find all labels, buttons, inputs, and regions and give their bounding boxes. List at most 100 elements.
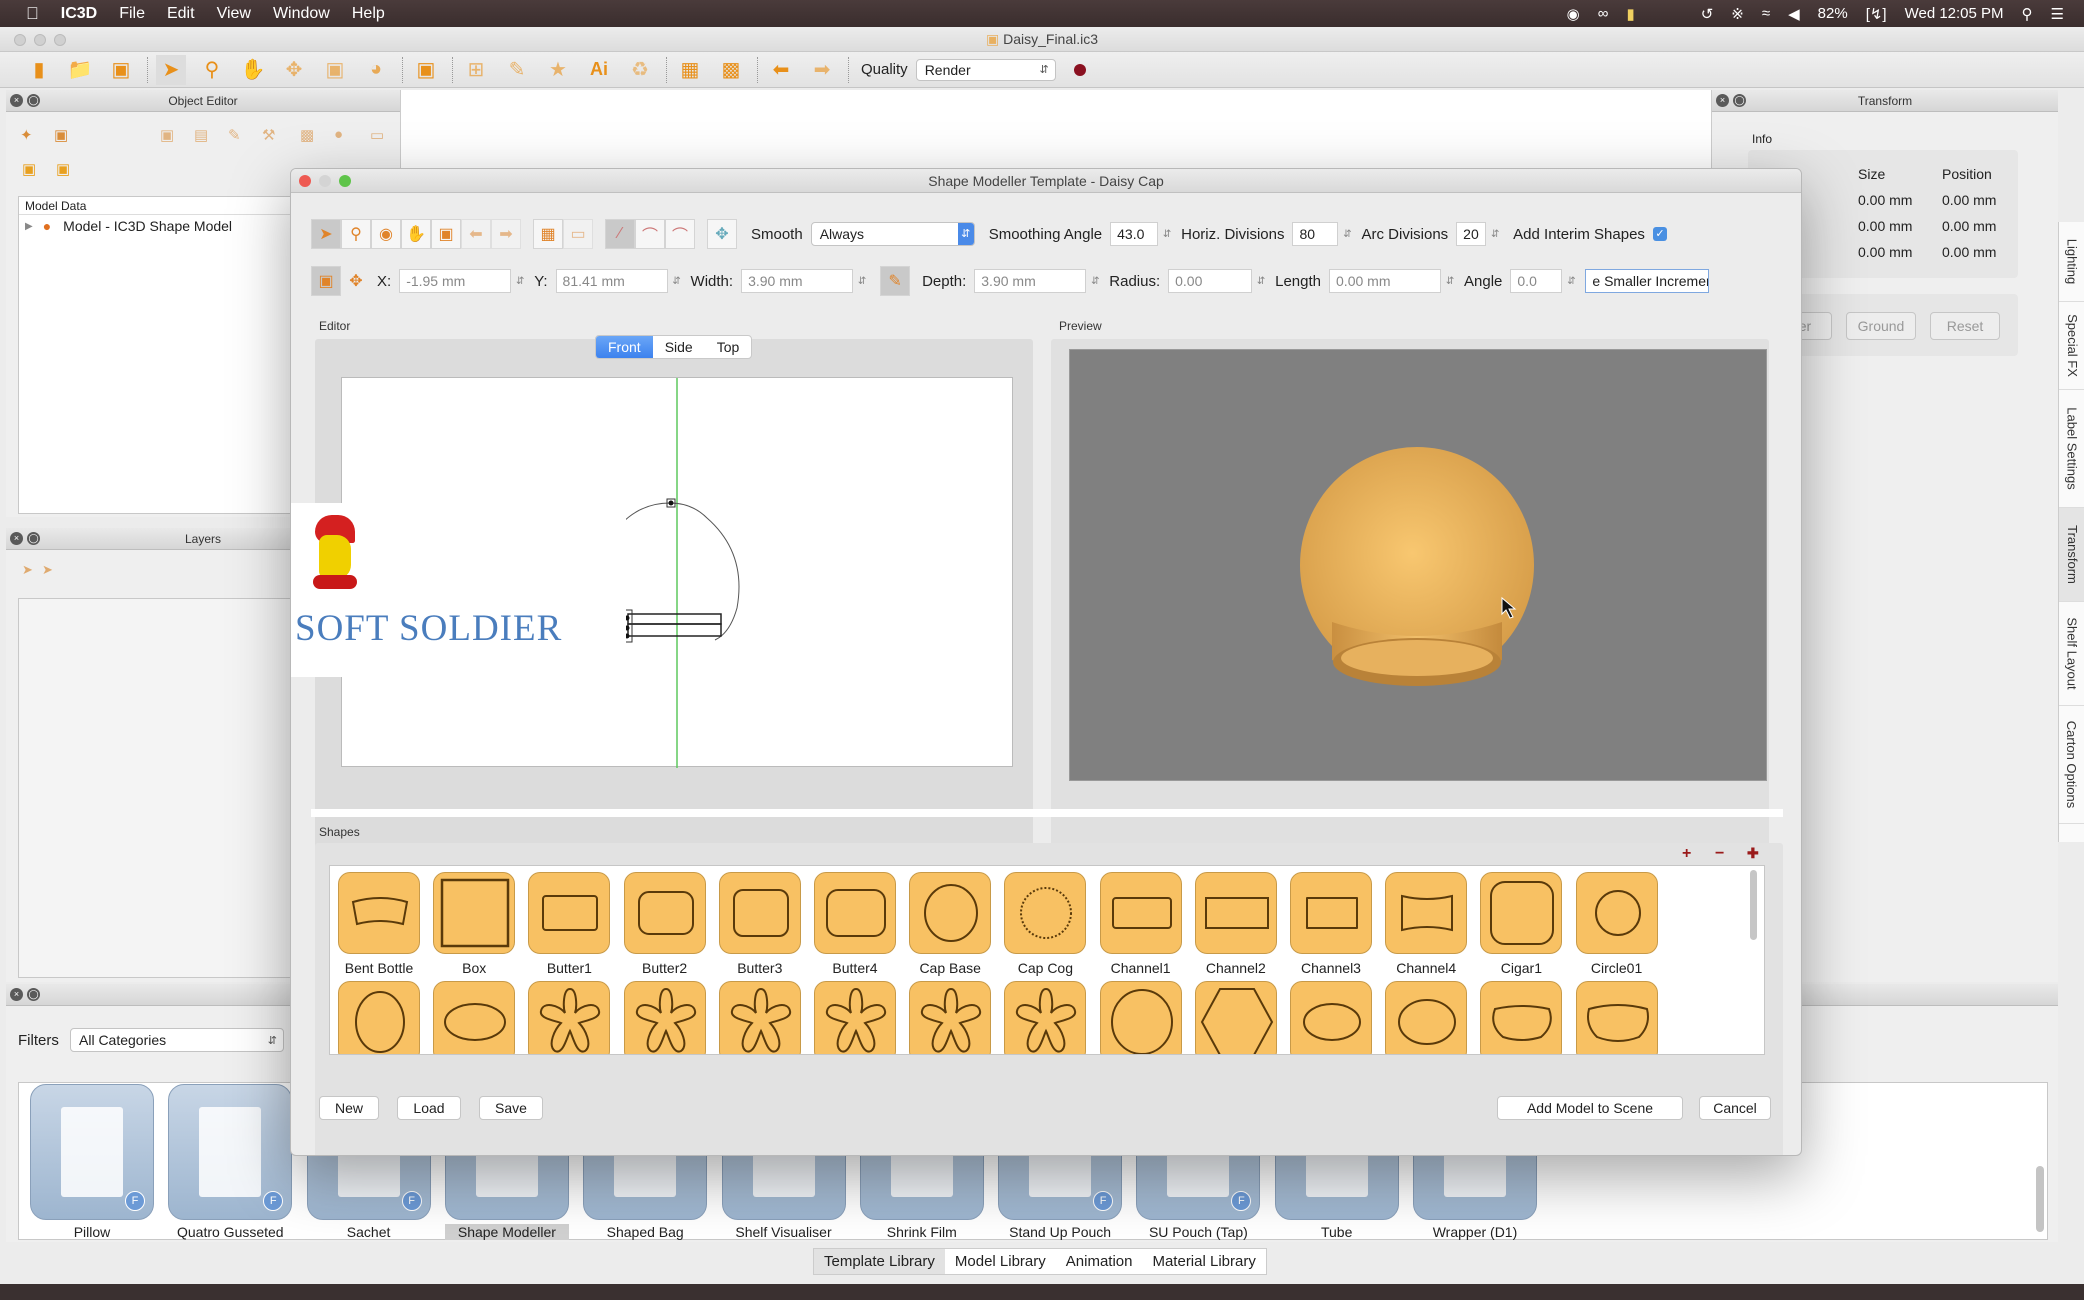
y-stepper[interactable]: ⇵	[671, 276, 683, 287]
horiz-divisions-stepper[interactable]: ⇵	[1341, 229, 1353, 240]
smaller-increment-button[interactable]: e Smaller Incremer	[1585, 269, 1710, 293]
scene-viewport[interactable]	[400, 90, 1712, 170]
tab-special-fx[interactable]: Special FX	[2059, 302, 2084, 390]
shape-item[interactable]: Circle01	[1575, 872, 1658, 976]
tab-lighting[interactable]: Lighting	[2059, 222, 2084, 302]
horiz-divisions-input[interactable]: 80	[1292, 222, 1339, 246]
image-icon[interactable]: ▣	[160, 126, 174, 144]
shape-thumbnail[interactable]	[433, 872, 516, 954]
zoom-tool-icon[interactable]: ⚲	[197, 55, 227, 85]
pan-hand-icon[interactable]: ✋	[238, 55, 268, 85]
x-input[interactable]: -1.95 mm	[399, 269, 512, 293]
object-settings-icon[interactable]: ▣	[54, 126, 68, 144]
angle-input[interactable]: 0.0	[1510, 269, 1563, 293]
cancel-button[interactable]: Cancel	[1699, 1096, 1771, 1120]
tab-top[interactable]: Top	[705, 336, 752, 358]
add-interim-checkbox[interactable]: ✓	[1652, 227, 1667, 241]
library-item[interactable]: F Quatro Gusseted	[168, 1084, 293, 1240]
library-thumbnail[interactable]: F	[30, 1084, 154, 1220]
lock-aspect-icon[interactable]: ✎	[880, 266, 911, 296]
close-panel-icon[interactable]: ×	[1716, 94, 1729, 107]
edit-image-icon[interactable]: ✎	[502, 55, 532, 85]
shape-item[interactable]: Cap Base	[909, 872, 992, 976]
shape-thumbnail[interactable]	[1194, 981, 1277, 1054]
shape-thumbnail[interactable]	[338, 872, 420, 954]
angle-stepper[interactable]: ⇵	[1565, 276, 1577, 287]
edit-label-icon[interactable]: ✎	[228, 126, 241, 144]
wrench-icon[interactable]: ⚒	[262, 126, 275, 144]
reset-button[interactable]: Reset	[1930, 312, 2000, 340]
shape-item[interactable]: Channel4	[1385, 872, 1468, 976]
shape-thumbnail[interactable]	[718, 981, 801, 1054]
curve-tool-icon[interactable]: ⌒	[635, 219, 665, 249]
clock[interactable]: Wed 12:05 PM	[1905, 5, 2004, 22]
shape-item[interactable]	[338, 981, 420, 1054]
import-shape-icon[interactable]: ✚	[1747, 845, 1759, 862]
shape-thumbnail[interactable]	[1290, 872, 1372, 954]
zoom-region-icon[interactable]: ◉	[371, 219, 401, 249]
shape-thumbnail[interactable]	[338, 981, 420, 1054]
remove-shape-icon[interactable]: −	[1715, 845, 1724, 863]
undo-icon[interactable]: ⬅	[461, 219, 491, 249]
shape-thumbnail[interactable]	[1385, 981, 1468, 1054]
tab-shelf-layout[interactable]: Shelf Layout	[2059, 602, 2084, 706]
arc-tool-icon[interactable]: ⌒	[665, 219, 695, 249]
smoothing-angle-stepper[interactable]: ⇵	[1161, 229, 1173, 240]
shape-thumbnail[interactable]	[1480, 981, 1563, 1054]
move-layer-down-icon[interactable]: ➤	[42, 562, 53, 578]
shape-item[interactable]: Cap Cog	[1004, 872, 1087, 976]
shape-thumbnail[interactable]	[909, 872, 992, 954]
shape-item[interactable]	[433, 981, 516, 1054]
smooth-select[interactable]: Always ⇵	[810, 222, 975, 246]
add-model-to-scene-button[interactable]: Add Model to Scene	[1497, 1096, 1683, 1120]
shape-item[interactable]: Butter4	[814, 872, 896, 976]
filters-select[interactable]: All Categories ⇵	[70, 1028, 284, 1052]
render-image-icon[interactable]: ▦	[675, 55, 705, 85]
record-indicator-icon[interactable]	[1073, 63, 1086, 76]
line-tool-icon[interactable]: ∕	[605, 219, 635, 249]
zoom-icon[interactable]: ⚲	[341, 219, 371, 249]
shape-thumbnail[interactable]	[1099, 981, 1182, 1054]
open-folder-icon[interactable]: 📁	[65, 55, 95, 85]
group-add-icon[interactable]: ▣	[22, 160, 36, 178]
shape-thumbnail[interactable]	[1004, 872, 1087, 954]
creative-cloud-icon[interactable]: ∞	[1598, 5, 1609, 22]
undo-icon[interactable]: ⬅	[766, 55, 796, 85]
save-button[interactable]: Save	[479, 1096, 543, 1120]
tab-side[interactable]: Side	[653, 336, 705, 358]
add-label-icon[interactable]: ⊞	[461, 55, 491, 85]
shape-thumbnail[interactable]	[1575, 872, 1658, 954]
arc-divisions-input[interactable]: 20	[1456, 222, 1487, 246]
move-point-icon[interactable]: ✥	[341, 266, 371, 296]
pointer-tool-icon[interactable]: ➤	[156, 54, 186, 85]
tab-template-library[interactable]: Template Library	[814, 1249, 945, 1274]
float-panel-icon[interactable]: ◯	[27, 532, 40, 545]
shape-item[interactable]	[528, 981, 611, 1054]
library-item[interactable]: F Pillow	[30, 1084, 154, 1240]
volume-icon[interactable]: ◀	[1788, 5, 1800, 23]
tab-model-library[interactable]: Model Library	[945, 1249, 1056, 1274]
fit-icon[interactable]: ▣	[431, 219, 461, 249]
illustrator-icon[interactable]: Ai	[584, 55, 614, 85]
shape-thumbnail[interactable]	[814, 981, 896, 1054]
shape-thumbnail[interactable]	[433, 981, 516, 1054]
pan-icon[interactable]: ✋	[401, 219, 431, 249]
shape-item[interactable]: Butter3	[718, 872, 801, 976]
length-stepper[interactable]: ⇵	[1444, 276, 1456, 287]
dialog-minimize-button[interactable]	[319, 175, 331, 187]
width-input[interactable]: 3.90 mm	[741, 269, 854, 293]
shape-thumbnail[interactable]	[718, 872, 801, 954]
preview-viewport[interactable]	[1069, 349, 1767, 781]
shape-thumbnail[interactable]	[528, 981, 611, 1054]
move-tool-icon[interactable]: ✥	[279, 55, 309, 85]
battery-percent[interactable]: 82%	[1818, 5, 1848, 22]
star-icon[interactable]: ★	[543, 55, 573, 85]
move-layer-up-icon[interactable]: ➤	[22, 562, 33, 578]
layer-icon[interactable]: ▩	[300, 126, 314, 144]
menu-help[interactable]: Help	[352, 5, 385, 23]
tab-carton-options[interactable]: Carton Options	[2059, 706, 2084, 824]
wifi-icon[interactable]: ≈	[1762, 5, 1770, 22]
expand-arrow-icon[interactable]: ▶	[25, 221, 33, 232]
dialog-zoom-button[interactable]	[339, 175, 351, 187]
menu-edit[interactable]: Edit	[167, 5, 195, 23]
